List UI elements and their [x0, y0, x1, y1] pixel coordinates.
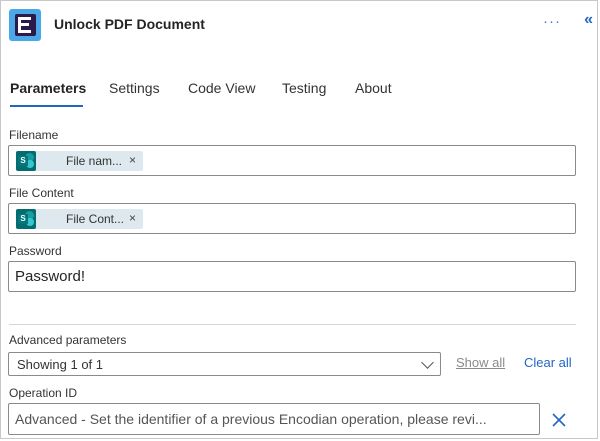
sharepoint-icon: S: [16, 151, 36, 171]
section-divider: [9, 324, 576, 325]
tab-parameters[interactable]: Parameters: [10, 80, 86, 96]
sharepoint-icon: S: [16, 209, 36, 229]
filename-field[interactable]: S File nam... ×: [8, 145, 576, 176]
tab-testing[interactable]: Testing: [282, 80, 326, 96]
remove-token-icon[interactable]: ×: [129, 153, 136, 167]
operation-id-placeholder: Advanced - Set the identifier of a previ…: [15, 411, 487, 427]
clear-all-link[interactable]: Clear all: [524, 355, 572, 370]
operation-id-label: Operation ID: [9, 386, 78, 400]
more-options-icon[interactable]: ···: [543, 13, 561, 30]
action-title: Unlock PDF Document: [54, 16, 205, 32]
select-value: Showing 1 of 1: [17, 357, 104, 372]
chevron-down-icon: [421, 356, 434, 369]
token-label: File Cont...: [66, 212, 125, 226]
filename-token[interactable]: S File nam... ×: [16, 151, 143, 171]
show-all-link[interactable]: Show all: [456, 355, 505, 370]
filename-label: Filename: [9, 128, 59, 142]
password-field[interactable]: Password!: [8, 261, 576, 292]
file-content-token[interactable]: S File Cont... ×: [16, 209, 143, 229]
collapse-panel-icon[interactable]: «: [584, 11, 593, 29]
active-tab-indicator: [10, 105, 83, 107]
close-icon[interactable]: [549, 410, 569, 430]
advanced-parameters-select[interactable]: Showing 1 of 1: [8, 352, 441, 376]
card-header: Unlock PDF Document ··· «: [9, 9, 593, 43]
action-card: Unlock PDF Document ··· « Parameters Set…: [0, 0, 598, 439]
password-label: Password: [9, 244, 62, 258]
tab-settings[interactable]: Settings: [109, 80, 160, 96]
tab-code-view[interactable]: Code View: [188, 80, 255, 96]
encodian-logo-icon: [9, 9, 41, 41]
tab-about[interactable]: About: [355, 80, 392, 96]
file-content-field[interactable]: S File Cont... ×: [8, 203, 576, 234]
token-label: File nam...: [66, 154, 123, 168]
advanced-parameters-label: Advanced parameters: [9, 333, 127, 347]
operation-id-field[interactable]: Advanced - Set the identifier of a previ…: [8, 403, 540, 435]
remove-token-icon[interactable]: ×: [129, 211, 136, 225]
password-value: Password!: [15, 268, 86, 285]
file-content-label: File Content: [9, 186, 74, 200]
